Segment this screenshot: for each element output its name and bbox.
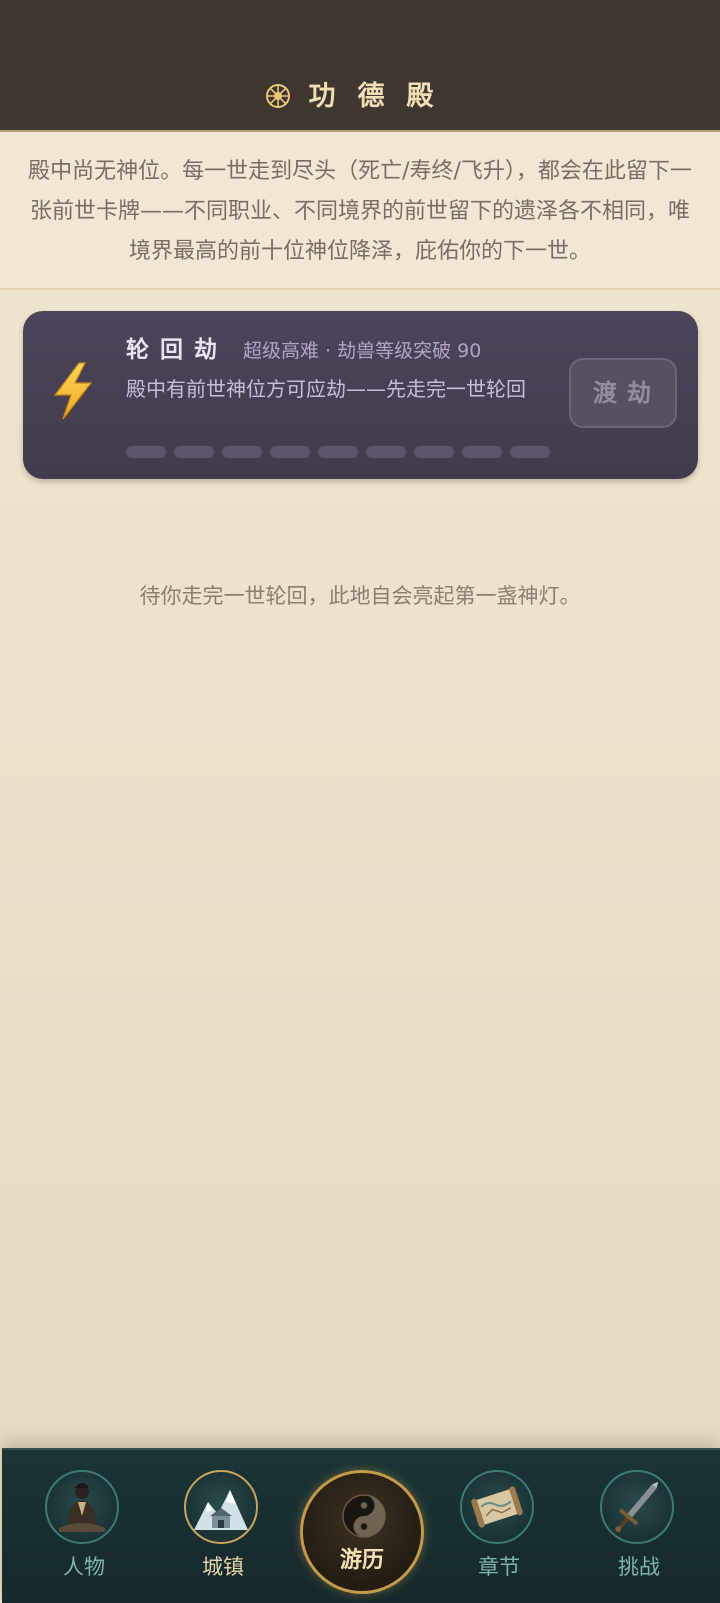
progress-segment: [222, 446, 262, 458]
page-title-row: 功德殿: [0, 74, 720, 120]
tribulation-requirement: 殿中有前世神位方可应劫——先走完一世轮回: [126, 377, 526, 401]
sword-icon: [600, 1470, 674, 1544]
dharma-wheel-icon: [265, 83, 291, 109]
nav-label-town: 城镇: [202, 1555, 244, 1579]
intro-description: 殿中尚无神位。每一世走到尽头（死亡/寿终/飞升），都会在此留下一张前世卡牌——不…: [28, 159, 692, 264]
yin-yang-icon: [341, 1493, 387, 1539]
nav-item-challenge[interactable]: 挑战: [584, 1470, 694, 1595]
nav-label-character: 人物: [63, 1555, 105, 1579]
tribulation-difficulty: 超级高难 · 劫兽等级突破 90: [243, 340, 482, 362]
progress-segment: [414, 446, 454, 458]
nav-label-travel: 游历: [339, 1548, 384, 1573]
nav-label-challenge: 挑战: [618, 1555, 660, 1579]
nav-item-town[interactable]: 城镇: [168, 1470, 278, 1595]
empty-state-message: 待你走完一世轮回，此地自会亮起第一盏神灯。: [139, 584, 581, 608]
tribulation-progress-bar: [126, 446, 550, 458]
intro-panel: 殿中尚无神位。每一世走到尽头（死亡/寿终/飞升），都会在此留下一张前世卡牌——不…: [0, 132, 720, 290]
page-title: 功德殿: [308, 81, 456, 112]
nav-label-chapter: 章节: [478, 1555, 520, 1579]
nav-item-chapter[interactable]: 章节: [444, 1470, 554, 1595]
scroll-map-icon: [460, 1470, 534, 1544]
character-icon: [45, 1470, 119, 1544]
progress-segment: [462, 446, 502, 458]
progress-segment: [366, 446, 406, 458]
nav-item-character[interactable]: 人物: [29, 1470, 139, 1595]
progress-segment: [318, 446, 358, 458]
overcome-tribulation-button[interactable]: 渡劫: [569, 358, 677, 428]
town-icon: [184, 1470, 258, 1544]
lightning-icon: [45, 361, 101, 421]
progress-segment: [174, 446, 214, 458]
tribulation-title: 轮回劫: [126, 337, 228, 363]
progress-segment: [270, 446, 310, 458]
bottom-nav: 人物 城镇 游历 章节 挑战: [2, 1448, 720, 1603]
nav-item-travel[interactable]: 游历: [300, 1470, 424, 1594]
progress-segment: [126, 446, 166, 458]
top-header: 功德殿: [0, 0, 720, 132]
reincarnation-tribulation-card: 轮回劫 超级高难 · 劫兽等级突破 90 殿中有前世神位方可应劫——先走完一世轮…: [23, 311, 698, 479]
progress-segment: [510, 446, 550, 458]
